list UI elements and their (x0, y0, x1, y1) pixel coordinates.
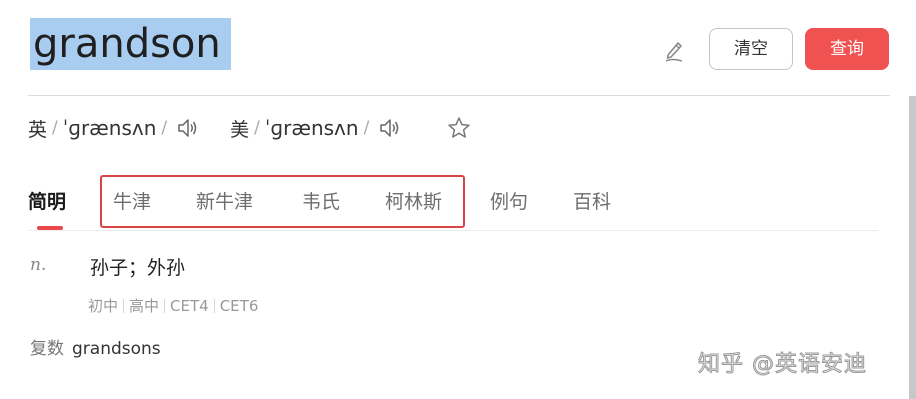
part-of-speech: n. (30, 255, 47, 275)
divider (28, 230, 878, 231)
slash: / (161, 118, 168, 138)
level-tag: 初中 (88, 297, 119, 315)
speaker-icon[interactable] (174, 115, 200, 141)
slash: / (363, 118, 370, 138)
speaker-icon[interactable] (376, 115, 402, 141)
phonetic-uk: ˈɡrænsʌn (62, 116, 157, 140)
highlight-box (100, 175, 465, 228)
pronunciation-uk: 英 / ˈɡrænsʌn / (28, 115, 200, 142)
level-tag: CET4 (170, 296, 209, 315)
star-icon[interactable] (446, 115, 472, 141)
separator (123, 298, 125, 313)
scrollbar[interactable] (909, 96, 916, 399)
tab-examples[interactable]: 例句 (490, 178, 528, 226)
search-bar: grandson 清空 查询 (0, 0, 916, 96)
separator (213, 298, 215, 313)
plural-form: 复数 grandsons (30, 334, 161, 359)
region-label-us: 美 (230, 118, 250, 141)
pronunciation-us: 美 / ˈɡrænsʌn / (230, 115, 402, 142)
separator (164, 298, 166, 313)
clear-button[interactable]: 清空 (709, 28, 793, 70)
tab-encyclopedia[interactable]: 百科 (573, 178, 611, 226)
search-input[interactable]: grandson (30, 18, 231, 70)
definition: 孙子；外孙 (90, 257, 186, 279)
pencil-icon[interactable] (660, 36, 688, 64)
watermark: 知乎 @英语安迪 (698, 352, 867, 378)
slash: / (52, 118, 58, 138)
plural-word[interactable]: grandsons (72, 339, 161, 359)
plural-label: 复数 (30, 339, 64, 359)
level-tag: CET6 (219, 296, 259, 315)
level-tag: 高中 (129, 297, 160, 315)
tab-jianming[interactable]: 简明 (28, 178, 66, 226)
level-tags: 初中 高中 CET4 CET6 (88, 295, 258, 316)
slash: / (254, 118, 260, 138)
pronunciation-row: 英 / ˈɡrænsʌn / 美 / ˈɡrænsʌn / (28, 112, 472, 144)
region-label-uk: 英 (28, 118, 48, 141)
query-button[interactable]: 查询 (805, 28, 889, 70)
divider (28, 95, 890, 96)
phonetic-us: ˈɡrænsʌn (264, 116, 359, 140)
